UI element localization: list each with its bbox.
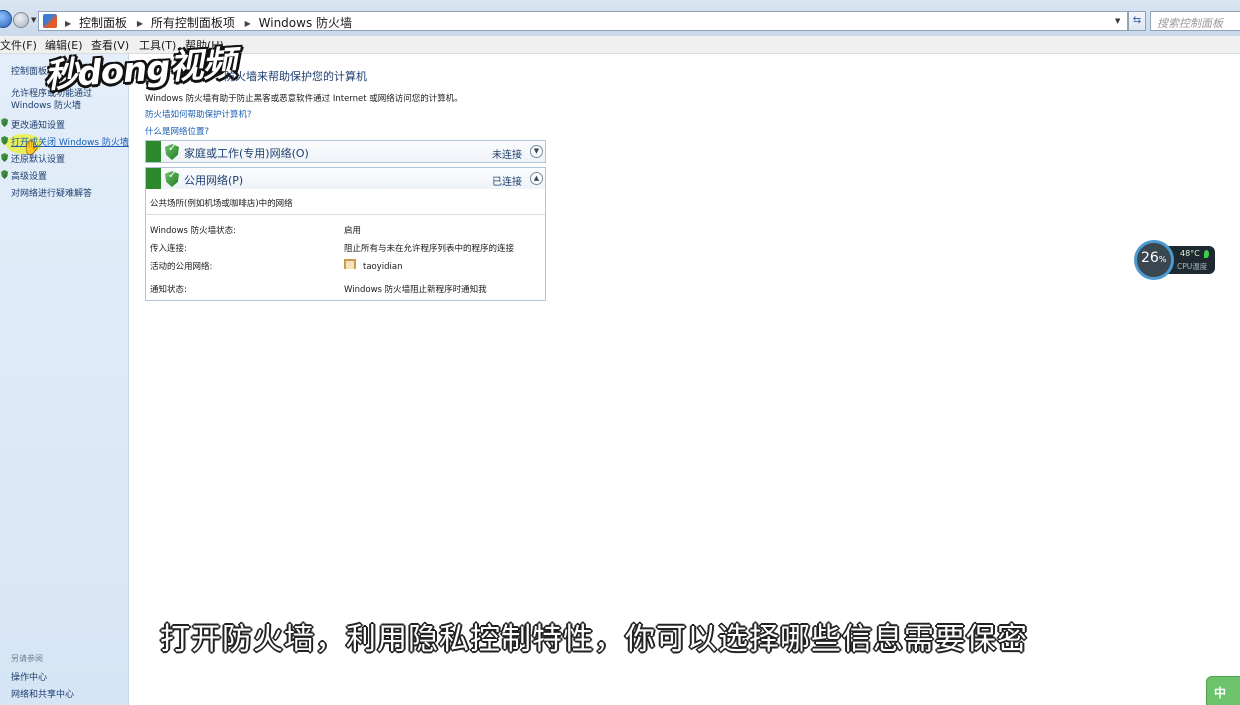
sidebar-item-restore-defaults[interactable]: 还原默认设置 — [11, 152, 65, 165]
breadcrumb-arrow-icon[interactable]: ▶ — [137, 19, 143, 28]
forward-button[interactable] — [13, 12, 29, 28]
network-status: 未连接 — [492, 150, 522, 161]
status-bar — [146, 141, 161, 162]
firewall-window: ▼ ▶ 控制面板 ▶ 所有控制面板项 ▶ Windows 防火墙 ▼ ⇆ 文件(… — [0, 0, 1240, 705]
shield-icon — [1, 170, 8, 179]
detail-value: 阻止所有与未在允许程序列表中的程序的连接 — [344, 244, 515, 254]
leaf-icon — [1204, 250, 1209, 258]
breadcrumb-arrow-icon[interactable]: ▶ — [245, 19, 251, 28]
network-name: 家庭或工作(专用)网络(O) — [184, 147, 309, 160]
network-row-public[interactable]: ✓ 公用网络(P) 已连接 ▲ — [145, 167, 546, 190]
breadcrumb: ▶ 控制面板 ▶ 所有控制面板项 ▶ Windows 防火墙 — [63, 14, 356, 31]
page-description: Windows 防火墙有助于防止黑客或恶意软件通过 Internet 或网络访问… — [145, 94, 463, 104]
sidebar-item-notifications[interactable]: 更改通知设置 — [11, 118, 65, 131]
cpu-monitor-widget[interactable]: 48°C CPU温度 26% — [1134, 240, 1216, 280]
recent-pages-dropdown-icon[interactable]: ▼ — [31, 16, 36, 24]
detail-value: Windows 防火墙阻止新程序时通知我 — [344, 285, 487, 295]
refresh-button[interactable]: ⇆ — [1128, 11, 1146, 31]
address-bar[interactable]: ▶ 控制面板 ▶ 所有控制面板项 ▶ Windows 防火墙 — [38, 11, 1128, 31]
shield-icon — [1, 153, 8, 162]
breadcrumb-control-panel[interactable]: 控制面板 — [79, 16, 127, 30]
video-subtitle: 打开防火墙，利用隐私控制特性，你可以选择哪些信息需要保密 — [160, 622, 1028, 657]
shield-icon — [1, 118, 8, 127]
back-button[interactable] — [0, 10, 12, 28]
page-title: 防火墙来帮助保护您的计算机 — [224, 70, 367, 83]
help-link[interactable]: 防火墙如何帮助保护计算机? — [145, 108, 252, 120]
breadcrumb-arrow-icon[interactable]: ▶ — [65, 19, 71, 28]
detail-key: 传入连接: — [150, 244, 187, 254]
network-status: 已连接 — [492, 177, 522, 188]
detail-key: 通知状态: — [150, 285, 187, 295]
search-box[interactable] — [1150, 11, 1240, 33]
cpu-temp-label: CPU温度 — [1177, 262, 1208, 271]
cpu-temperature: 48°C — [1180, 249, 1200, 258]
network-bench-icon — [344, 259, 356, 269]
control-panel-icon — [43, 14, 57, 28]
detail-value: 启用 — [344, 226, 362, 236]
network-name: 公用网络(P) — [184, 174, 244, 187]
cpu-usage-value: 26 — [1141, 250, 1159, 266]
address-dropdown-icon[interactable]: ▼ — [1115, 17, 1120, 25]
sidebar-item-advanced[interactable]: 高级设置 — [11, 169, 47, 182]
ime-label: 中 — [1214, 686, 1227, 700]
network-location-link[interactable]: 什么是网络位置? — [145, 125, 209, 137]
status-bar — [146, 168, 161, 189]
menu-file[interactable]: 文件(F) — [0, 37, 37, 53]
details-header: 公共场所(例如机场或咖啡店)中的网络 — [150, 199, 293, 209]
collapse-chevron-icon[interactable]: ▲ — [530, 172, 543, 185]
ime-indicator[interactable]: 中 — [1206, 676, 1240, 705]
see-also-heading: 另请参阅 — [11, 654, 43, 663]
divider — [146, 214, 545, 215]
see-also-action-center[interactable]: 操作中心 — [11, 670, 47, 683]
expand-chevron-icon[interactable]: ▼ — [530, 145, 543, 158]
search-input[interactable] — [1151, 14, 1240, 33]
detail-key: Windows 防火墙状态: — [150, 226, 237, 236]
sidebar-item-troubleshoot[interactable]: 对网络进行疑难解答 — [11, 186, 92, 199]
sidebar: 控制面板主页 允许程序或功能通过 Windows 防火墙 更改通知设置 打开或关… — [0, 54, 129, 705]
breadcrumb-firewall[interactable]: Windows 防火墙 — [259, 16, 352, 30]
see-also-network-center[interactable]: 网络和共享中心 — [11, 687, 74, 700]
checkmark-icon: ✓ — [168, 170, 177, 181]
checkmark-icon: ✓ — [168, 143, 177, 154]
detail-key: 活动的公用网络: — [150, 262, 213, 272]
refresh-icon: ⇆ — [1132, 15, 1142, 26]
network-row-private[interactable]: ✓ 家庭或工作(专用)网络(O) 未连接 ▼ — [145, 140, 546, 163]
address-toolbar: ▼ ▶ 控制面板 ▶ 所有控制面板项 ▶ Windows 防火墙 ▼ ⇆ — [0, 0, 1240, 40]
detail-value: taoyidian — [363, 262, 403, 272]
public-network-details: 公共场所(例如机场或咖啡店)中的网络 Windows 防火墙状态: 启用 传入连… — [145, 189, 546, 301]
breadcrumb-all-items[interactable]: 所有控制面板项 — [151, 16, 235, 30]
cpu-usage-percent: 26% — [1141, 250, 1166, 266]
cpu-usage-unit: % — [1158, 255, 1167, 264]
